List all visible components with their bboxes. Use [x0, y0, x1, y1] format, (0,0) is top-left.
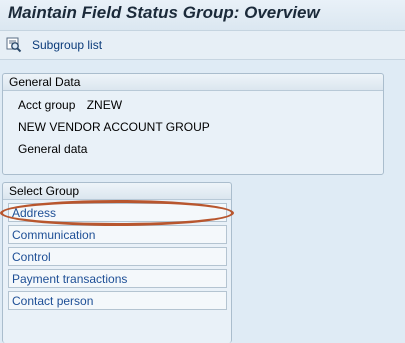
search-magnifier-icon [6, 37, 22, 53]
group-item-address[interactable]: Address [8, 203, 227, 222]
general-data-header: General Data [3, 74, 383, 91]
acct-group-label: Acct group [18, 98, 76, 112]
page-title: Maintain Field Status Group: Overview [8, 3, 320, 22]
group-item-contact-person[interactable]: Contact person [8, 291, 227, 310]
general-data-subtitle: General data [18, 142, 88, 156]
group-item-control[interactable]: Control [8, 247, 227, 266]
group-item-payment-transactions[interactable]: Payment transactions [8, 269, 227, 288]
select-group-header: Select Group [3, 183, 231, 200]
group-item-communication[interactable]: Communication [8, 225, 227, 244]
application-toolbar: Subgroup list [0, 31, 405, 60]
acct-group-description: NEW VENDOR ACCOUNT GROUP [18, 120, 210, 134]
acct-group-row: Acct group ZNEW [18, 98, 122, 112]
title-bar: Maintain Field Status Group: Overview [0, 0, 405, 31]
acct-group-value: ZNEW [86, 98, 123, 112]
general-data-panel: General Data Acct group ZNEW NEW VENDOR … [2, 73, 384, 175]
subgroup-list-label: Subgroup list [32, 38, 103, 52]
group-list: Address Communication Control Payment tr… [8, 203, 227, 313]
select-group-panel: Select Group Address Communication Contr… [2, 182, 232, 343]
subgroup-list-button[interactable]: Subgroup list [6, 36, 102, 54]
